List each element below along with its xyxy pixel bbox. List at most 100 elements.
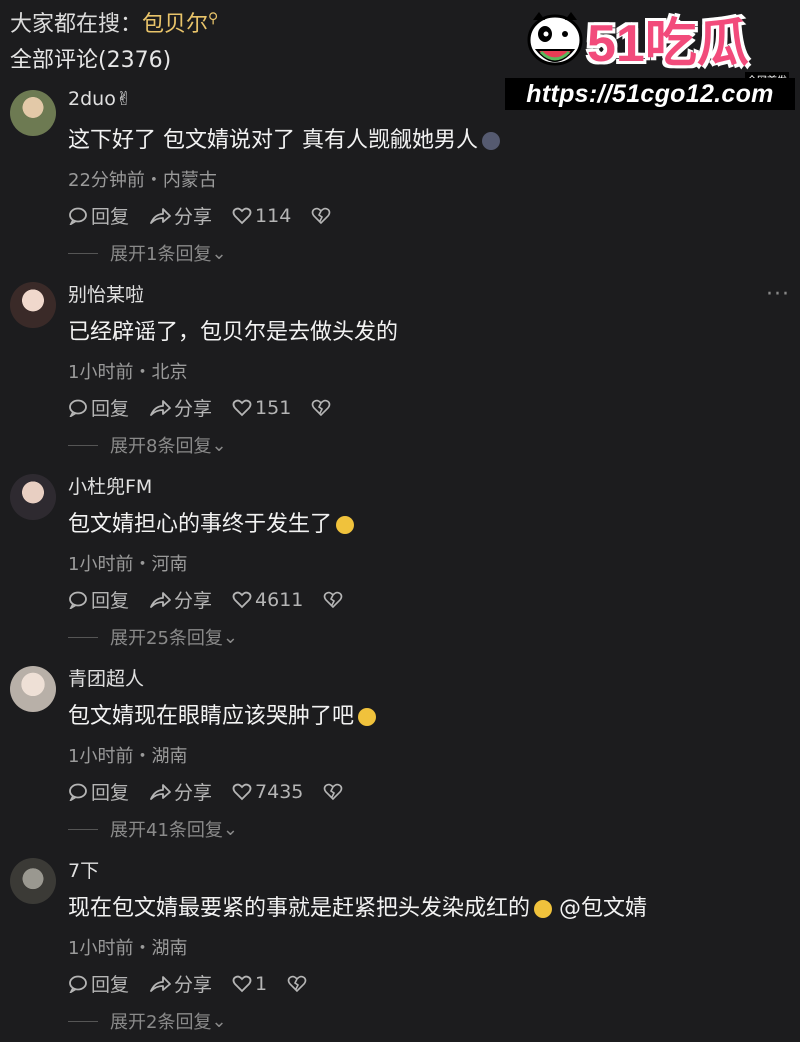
expand-replies-label: 展开25条回复: [110, 628, 223, 649]
like-button[interactable]: 114: [232, 205, 291, 227]
mention-link[interactable]: @包文婧: [559, 896, 647, 921]
dislike-button[interactable]: [311, 399, 334, 417]
share-icon: [150, 399, 171, 416]
reply-label: 回复: [91, 782, 130, 804]
reply-button[interactable]: 回复: [68, 970, 129, 997]
comment-text-body: 现在包文婧最要紧的事就是赶紧把头发染成红的: [68, 896, 531, 921]
expand-replies-button[interactable]: 展开41条回复 ⌄: [68, 816, 238, 842]
share-button[interactable]: 分享: [149, 586, 212, 613]
chevron-down-icon: ⌄: [211, 1010, 227, 1032]
like-count: 114: [255, 204, 292, 227]
comment-username[interactable]: 7下: [68, 856, 99, 883]
divider: [68, 252, 98, 254]
share-icon: [150, 591, 171, 608]
reply-label: 回复: [91, 398, 130, 420]
reply-button[interactable]: 回复: [68, 778, 129, 805]
comment-meta: 1小时前・北京: [68, 362, 188, 383]
heart-icon: [232, 207, 252, 224]
heart-icon: [232, 399, 252, 416]
dislike-button[interactable]: [311, 207, 334, 225]
trending-search-keyword[interactable]: 包贝尔: [142, 12, 208, 37]
comment-meta: 1小时前・湖南: [68, 746, 188, 767]
share-label: 分享: [174, 206, 213, 228]
comment-text: 包文婧担心的事终于发生了: [68, 506, 355, 538]
more-options-icon[interactable]: ···: [766, 282, 790, 307]
expand-replies-label: 展开2条回复: [110, 1012, 212, 1033]
like-button[interactable]: 1: [232, 973, 267, 995]
comment-username[interactable]: 小杜兜FM: [68, 472, 152, 499]
comment-text: 现在包文婧最要紧的事就是赶紧把头发染成红的 @包文婧: [68, 890, 647, 922]
expand-replies-button[interactable]: 展开25条回复 ⌄: [68, 624, 238, 650]
reply-label: 回复: [91, 206, 130, 228]
avatar[interactable]: [10, 282, 56, 328]
dislike-button[interactable]: [287, 975, 310, 993]
dislike-button[interactable]: [323, 783, 346, 801]
chevron-down-icon: ⌄: [222, 626, 238, 648]
expand-replies-label: 展开41条回复: [110, 820, 223, 841]
comment-username[interactable]: 别怡某啦: [68, 280, 144, 307]
share-button[interactable]: 分享: [149, 970, 212, 997]
reply-button[interactable]: 回复: [68, 202, 129, 229]
comment-text: 这下好了 包文婧说对了 真有人觊觎她男人: [68, 122, 500, 154]
like-count: 1: [255, 972, 268, 995]
comment-actions: 回复 分享 1: [68, 970, 330, 997]
comment-actions: 回复 分享 7435: [68, 778, 366, 805]
mascot-logo: [527, 12, 583, 66]
comment-item: 7下 现在包文婧最要紧的事就是赶紧把头发染成红的 @包文婧 1小时前・湖南 回复…: [0, 850, 800, 1042]
chevron-down-icon: ⌄: [211, 242, 227, 264]
heart-icon: [232, 975, 252, 992]
smile-emoji-icon: [534, 900, 553, 918]
like-button[interactable]: 151: [232, 397, 291, 419]
broken-heart-icon: [324, 591, 343, 608]
divider: [68, 636, 98, 638]
comment-meta: 22分钟前・内蒙古: [68, 170, 217, 191]
emoji-icon: [482, 132, 500, 150]
comment-text-body: 这下好了 包文婧说对了 真有人觊觎她男人: [68, 128, 478, 153]
comment-text-body: 包文婧现在眼睛应该哭肿了吧: [68, 704, 355, 729]
crying-emoji-icon: [336, 516, 355, 534]
chevron-down-icon: ⌄: [222, 818, 238, 840]
avatar[interactable]: [10, 90, 56, 136]
like-count: 7435: [255, 780, 304, 803]
avatar[interactable]: [10, 474, 56, 520]
comments-count-title: 全部评论(2376): [10, 48, 172, 73]
like-button[interactable]: 4611: [232, 589, 303, 611]
comment-item: 别怡某啦 ··· 已经辟谣了，包贝尔是去做头发的 1小时前・北京 回复 分享 1…: [0, 274, 800, 466]
share-button[interactable]: 分享: [149, 394, 212, 421]
comment-meta: 1小时前・湖南: [68, 938, 188, 959]
expand-replies-label: 展开8条回复: [110, 436, 212, 457]
share-button[interactable]: 分享: [149, 202, 212, 229]
comment-item: 小杜兜FM 包文婧担心的事终于发生了 1小时前・河南 回复 分享 4611 展开…: [0, 466, 800, 658]
broken-heart-icon: [324, 783, 343, 800]
expand-replies-button[interactable]: 展开1条回复 ⌄: [68, 240, 227, 266]
like-count: 151: [255, 396, 292, 419]
expand-replies-button[interactable]: 展开2条回复 ⌄: [68, 1008, 227, 1034]
watermark-brand: 51吃瓜: [587, 15, 749, 73]
broken-heart-icon: [312, 399, 331, 416]
comment-meta: 1小时前・河南: [68, 554, 188, 575]
crying-emoji-icon: [358, 708, 377, 726]
comment-username[interactable]: 青团超人: [68, 664, 144, 691]
comment-actions: 回复 分享 4611: [68, 586, 366, 613]
like-count: 4611: [255, 588, 304, 611]
trending-search[interactable]: 大家都在搜：包贝尔⚲: [10, 6, 218, 38]
expand-replies-button[interactable]: 展开8条回复 ⌄: [68, 432, 227, 458]
broken-heart-icon: [312, 207, 331, 224]
share-icon: [150, 207, 171, 224]
comment-text-body: 已经辟谣了，包贝尔是去做头发的: [68, 320, 399, 345]
avatar[interactable]: [10, 858, 56, 904]
reply-button[interactable]: 回复: [68, 586, 129, 613]
heart-icon: [232, 783, 252, 800]
reply-button[interactable]: 回复: [68, 394, 129, 421]
chevron-down-icon: ⌄: [211, 434, 227, 456]
broken-heart-icon: [287, 975, 307, 992]
comment-actions: 回复 分享 114: [68, 202, 354, 229]
comment-username[interactable]: 2duo✌: [68, 88, 132, 110]
divider: [68, 828, 98, 830]
comment-item: 青团超人 包文婧现在眼睛应该哭肿了吧 1小时前・湖南 回复 分享 7435 展开…: [0, 658, 800, 850]
like-button[interactable]: 7435: [232, 781, 303, 803]
avatar[interactable]: [10, 666, 56, 712]
dislike-button[interactable]: [323, 591, 346, 609]
share-label: 分享: [174, 590, 213, 612]
share-button[interactable]: 分享: [149, 778, 212, 805]
